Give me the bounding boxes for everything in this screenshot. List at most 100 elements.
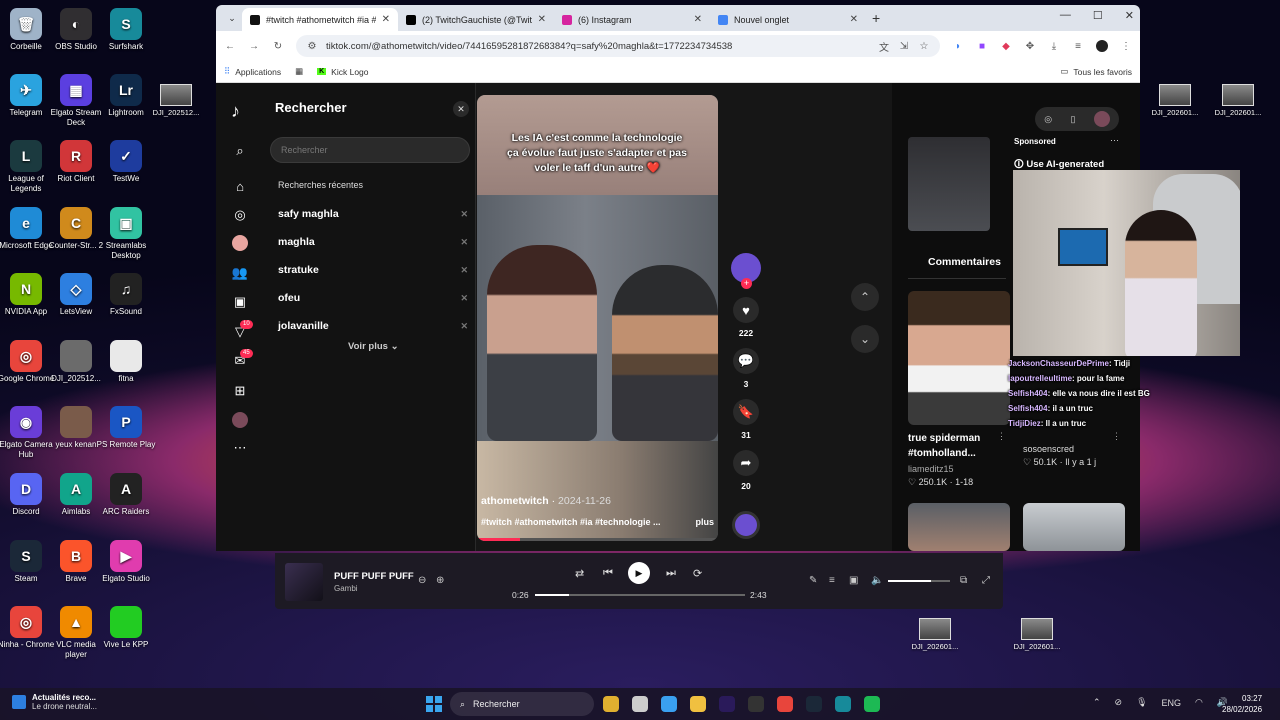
premiere-icon[interactable] <box>719 696 735 712</box>
spotify-icon[interactable] <box>864 696 880 712</box>
compass-icon[interactable]: ◎ <box>1044 114 1052 125</box>
previous-video-button[interactable]: ⌃ <box>851 283 879 311</box>
explore-icon[interactable]: ◎ <box>232 207 248 223</box>
comments-tab[interactable]: Commentaires <box>928 256 1001 268</box>
desktop-file[interactable]: DJI_202601... <box>1208 84 1268 117</box>
twitch-extension-icon[interactable]: ■ <box>976 40 988 52</box>
mobile-icon[interactable]: ▯ <box>1070 114 1075 125</box>
desktop-file[interactable]: DJI_202601... <box>905 618 965 651</box>
bookmark-grid[interactable]: ▦ <box>295 66 303 77</box>
desktop-icon[interactable]: S Surfshark <box>95 8 157 52</box>
download-icon[interactable]: ⤓ <box>1048 40 1060 52</box>
browser-tab[interactable]: (2) TwitchGauchiste (@TwitchG ✕ <box>398 8 554 31</box>
recent-search-item[interactable]: stratuke ✕ <box>278 256 468 284</box>
translate-icon[interactable]: 文 <box>878 40 890 54</box>
steam-icon[interactable] <box>806 696 822 712</box>
following-avatar[interactable] <box>232 235 248 251</box>
desktop-file[interactable]: DJI_202601... <box>1007 618 1067 651</box>
new-tab-button[interactable]: + <box>872 10 880 26</box>
next-track-icon[interactable]: ⏭ <box>666 567 676 580</box>
close-tab-icon[interactable]: ✕ <box>850 14 858 25</box>
more-options-icon[interactable]: ⋮ <box>997 431 1006 442</box>
share-action[interactable]: ➦ 20 <box>731 450 761 491</box>
remove-search-icon[interactable]: ✕ <box>460 293 468 304</box>
address-bar[interactable]: ⚙ tiktok.com/@athometwitch/video/7441659… <box>296 35 940 57</box>
video-card[interactable]: ⋮ true spiderman #tomholland... liamedit… <box>908 291 1010 488</box>
remove-search-icon[interactable]: ✕ <box>460 209 468 220</box>
more-options-icon[interactable]: ⋯ <box>1110 135 1119 146</box>
video-author[interactable]: athometwitch <box>481 495 549 507</box>
share-icon[interactable]: ➦ <box>733 450 759 476</box>
related-thumbnail[interactable] <box>908 137 990 231</box>
folder-icon[interactable] <box>690 696 706 712</box>
shuffle-icon[interactable]: ⇄ <box>575 567 584 580</box>
network-off-icon[interactable]: ⊘ <box>1115 697 1123 708</box>
desktop-file[interactable]: DJI_202512... <box>146 84 206 117</box>
desktop-icon[interactable]: A ARC Raiders <box>95 473 157 517</box>
comment-icon[interactable]: 💬 <box>733 348 759 374</box>
user-avatar[interactable] <box>1093 111 1110 127</box>
video-card-title[interactable]: true spiderman #tomholland... <box>908 431 1010 461</box>
wifi-icon[interactable]: ◠ <box>1195 697 1203 708</box>
desktop-icon[interactable]: fitna <box>95 340 157 384</box>
search-icon[interactable]: ⌕ <box>232 143 248 159</box>
remove-search-icon[interactable]: ✕ <box>460 237 468 248</box>
comment-action[interactable]: 💬 3 <box>731 348 761 389</box>
see-more-button[interactable]: Voir plus ⌄ <box>348 341 399 352</box>
menu-icon[interactable]: ⋮ <box>1120 40 1132 52</box>
taskbar-app-icon[interactable] <box>632 696 648 712</box>
site-info-icon[interactable]: ⚙ <box>306 40 318 52</box>
taskbar-search[interactable]: ⌕ Rechercher <box>450 692 594 716</box>
fullscreen-icon[interactable]: ⤢ <box>982 575 994 587</box>
more-icon[interactable]: ⋯ <box>232 440 248 456</box>
play-button[interactable]: ▶ <box>628 562 650 584</box>
profile-avatar[interactable] <box>1096 40 1108 52</box>
minimize-icon[interactable]: — <box>1060 9 1071 22</box>
remove-search-icon[interactable]: ✕ <box>460 321 468 332</box>
extension-icon[interactable]: ◗ <box>952 40 964 52</box>
desktop-icon[interactable]: Vive Le KPP <box>95 606 157 650</box>
recent-search-item[interactable]: ofeu ✕ <box>278 284 468 312</box>
url-text[interactable]: tiktok.com/@athometwitch/video/744165952… <box>326 41 870 52</box>
home-icon[interactable]: ⌂ <box>232 178 248 194</box>
creator-avatar[interactable]: + <box>731 253 761 289</box>
file-explorer-icon[interactable] <box>603 696 619 712</box>
video-player[interactable]: Les IA c'est comme la technologie ça évo… <box>477 95 718 541</box>
music-disc-icon[interactable] <box>732 511 760 539</box>
video-card-thumbnail[interactable] <box>908 503 1010 551</box>
bookmark-icon[interactable]: 🔖 <box>733 399 759 425</box>
close-tab-icon[interactable]: ✕ <box>538 14 546 25</box>
language-indicator[interactable]: ENG <box>1162 698 1182 708</box>
close-tab-icon[interactable]: ✕ <box>694 14 702 25</box>
recent-search-item[interactable]: maghla ✕ <box>278 228 468 256</box>
heart-icon[interactable]: ♥ <box>733 297 759 323</box>
volume-slider[interactable] <box>888 580 950 582</box>
close-icon[interactable]: ✕ <box>453 101 469 117</box>
recent-search-item[interactable]: jolavanille ✕ <box>278 312 468 340</box>
bookmark-kick-logo[interactable]: K Kick Logo <box>317 67 369 77</box>
lyrics-icon[interactable]: ✎ <box>809 575 821 587</box>
news-widget[interactable]: Actualités reco... Le drone neutral... <box>12 693 97 711</box>
forward-icon[interactable]: → <box>248 40 260 52</box>
live-icon[interactable]: ▣ <box>232 294 248 310</box>
surfshark-icon[interactable] <box>835 696 851 712</box>
files-icon[interactable] <box>661 696 677 712</box>
track-progress-bar[interactable] <box>535 594 745 596</box>
follow-plus-icon[interactable]: + <box>741 278 752 289</box>
add-icon[interactable]: ⊕ <box>436 575 448 587</box>
clock[interactable]: 03:27 28/02/2026 <box>1222 693 1262 715</box>
windows-start-icon[interactable] <box>426 696 442 712</box>
upload-icon[interactable]: ⊞ <box>232 383 248 399</box>
volume-icon[interactable]: 🔈 <box>871 575 883 587</box>
device-icon[interactable]: ▣ <box>849 575 861 587</box>
close-tab-icon[interactable]: ✕ <box>382 14 390 25</box>
mini-player-icon[interactable]: ⧉ <box>960 575 972 587</box>
video-card-thumbnail[interactable] <box>908 291 1010 425</box>
chevron-up-icon[interactable]: ⌃ <box>1093 697 1101 708</box>
desktop-icon[interactable]: ▣ Streamlabs Desktop <box>95 207 157 261</box>
mic-icon[interactable]: 🎙 <box>1136 697 1147 708</box>
repeat-icon[interactable]: ⟳ <box>693 567 702 580</box>
video-card-thumbnail[interactable] <box>1023 503 1125 551</box>
install-icon[interactable]: ⇲ <box>898 40 910 52</box>
close-window-icon[interactable]: ✕ <box>1125 9 1134 22</box>
